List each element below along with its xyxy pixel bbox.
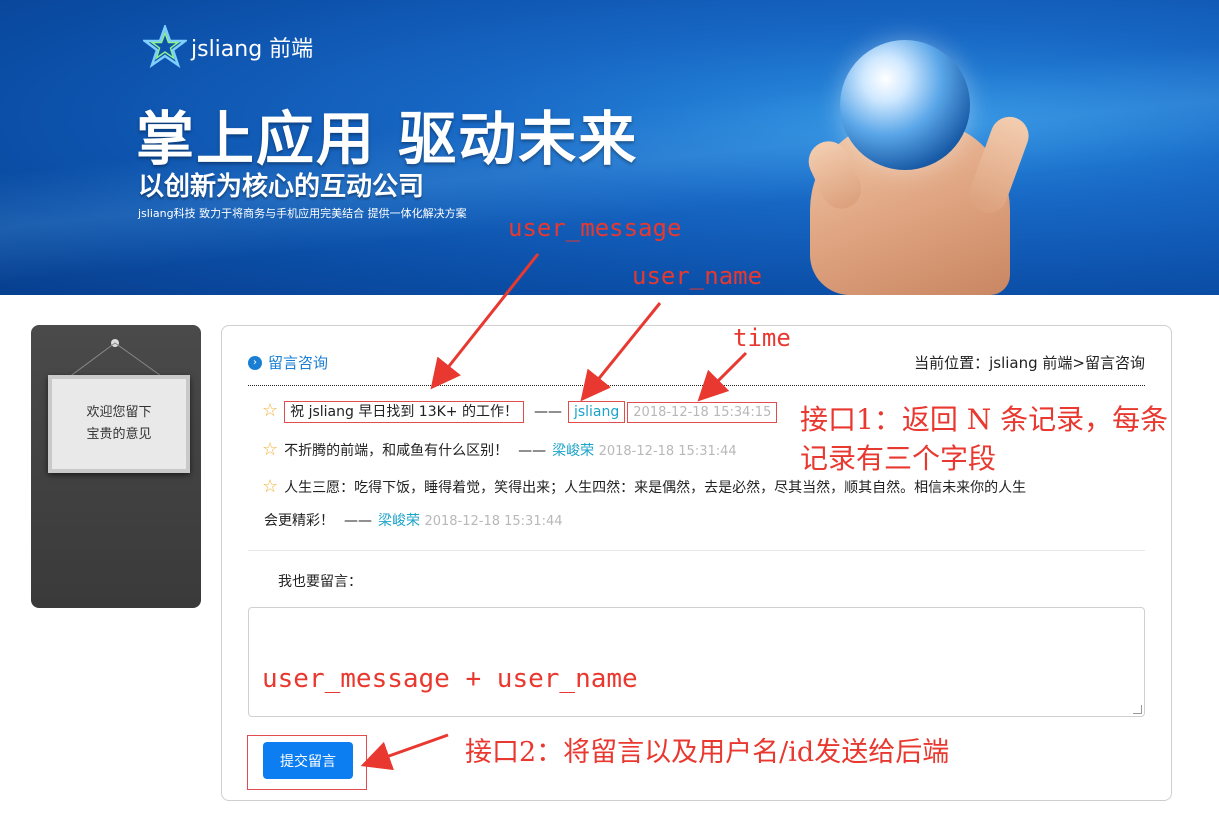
welcome-board: 欢迎您留下 宝贵的意见	[48, 375, 190, 473]
star-icon: ☆	[262, 400, 279, 421]
slogan-main: 掌上应用 驱动未来	[136, 105, 639, 173]
annotation-api1-line1: 接口1：返回 N 条记录，每条	[800, 403, 1169, 436]
list-item-continued: 会更精彩！ —— 梁峻荣 2018-12-18 15:31:44	[264, 510, 563, 530]
annotation-time: time	[733, 324, 791, 352]
message-user[interactable]: 梁峻荣	[552, 443, 594, 459]
form-label: 我也要留言：	[278, 574, 362, 590]
side-sign-panel: 欢迎您留下 宝贵的意见	[31, 325, 201, 608]
submit-highlight-box: 提交留言	[247, 735, 367, 790]
hero-banner: jsliang 前端 掌上应用 驱动未来 以创新为核心的互动公司 jsliang…	[0, 0, 1219, 295]
message-dash: ——	[518, 443, 547, 459]
section-divider	[248, 550, 1145, 551]
card-title[interactable]: › 留言咨询	[248, 352, 328, 373]
breadcrumb: 当前位置：jsliang 前端>留言咨询	[914, 354, 1145, 372]
list-item: ☆ 人生三愿：吃得下饭，睡得着觉，笑得出来；人生四然：来是偶然，去是必然，尽其当然…	[262, 476, 1026, 497]
resize-handle-icon[interactable]	[1133, 705, 1142, 714]
message-text-line1: 人生三愿：吃得下饭，睡得着觉，笑得出来；人生四然：来是偶然，去是必然，尽其当然，…	[284, 480, 1027, 496]
message-time: 2018-12-18 15:31:44	[424, 514, 563, 529]
annotation-api2: 接口2：将留言以及用户名/id发送给后端	[465, 737, 950, 768]
message-dash: ——	[344, 513, 372, 529]
annotation-api1-line2: 记录有三个字段	[800, 442, 997, 475]
annotation-textarea: user_message + user_name	[262, 664, 638, 694]
message-text: 祝 jsliang 早日找到 13K+ 的工作！	[284, 401, 524, 423]
annotation-user-message: user_message	[508, 214, 682, 242]
message-user[interactable]: jsliang	[567, 401, 626, 423]
message-text-line2: 会更精彩！	[264, 513, 334, 529]
board-line-2: 宝贵的意见	[86, 427, 152, 442]
message-text: 不折腾的前端，和咸鱼有什么区别！	[284, 443, 509, 459]
list-item: ☆ 祝 jsliang 早日找到 13K+ 的工作！ —— jsliang 2018-1…	[262, 400, 778, 423]
slogan-small: jsliang科技 致力于将商务与手机应用完美结合 提供一体化解决方案	[138, 207, 467, 220]
brand-name: jsliang 前端	[191, 37, 314, 62]
annotation-user-name: user_name	[632, 262, 763, 290]
submit-button[interactable]: 提交留言	[263, 742, 353, 779]
message-dash: ——	[533, 404, 562, 420]
star-icon: ☆	[262, 439, 279, 460]
message-time: 2018-12-18 15:31:44	[598, 444, 737, 459]
star-logo-icon	[143, 25, 187, 69]
brand-logo[interactable]: jsliang 前端	[143, 25, 313, 69]
globe-shape	[840, 40, 970, 170]
slogan-sub: 以创新为核心的互动公司	[138, 172, 425, 202]
board-line-1: 欢迎您留下	[86, 405, 152, 420]
dotted-divider	[248, 385, 1145, 386]
message-textarea[interactable]	[248, 607, 1145, 717]
chevron-right-icon: ›	[248, 355, 262, 370]
card-title-text: 留言咨询	[268, 354, 329, 372]
message-user[interactable]: 梁峻荣	[378, 513, 420, 529]
list-item: ☆ 不折腾的前端，和咸鱼有什么区别！ —— 梁峻荣 2018-12-18 15:31:…	[262, 439, 737, 460]
star-icon: ☆	[262, 476, 279, 497]
message-time: 2018-12-18 15:34:15	[627, 402, 778, 423]
globe-in-hand-image	[800, 30, 1060, 295]
